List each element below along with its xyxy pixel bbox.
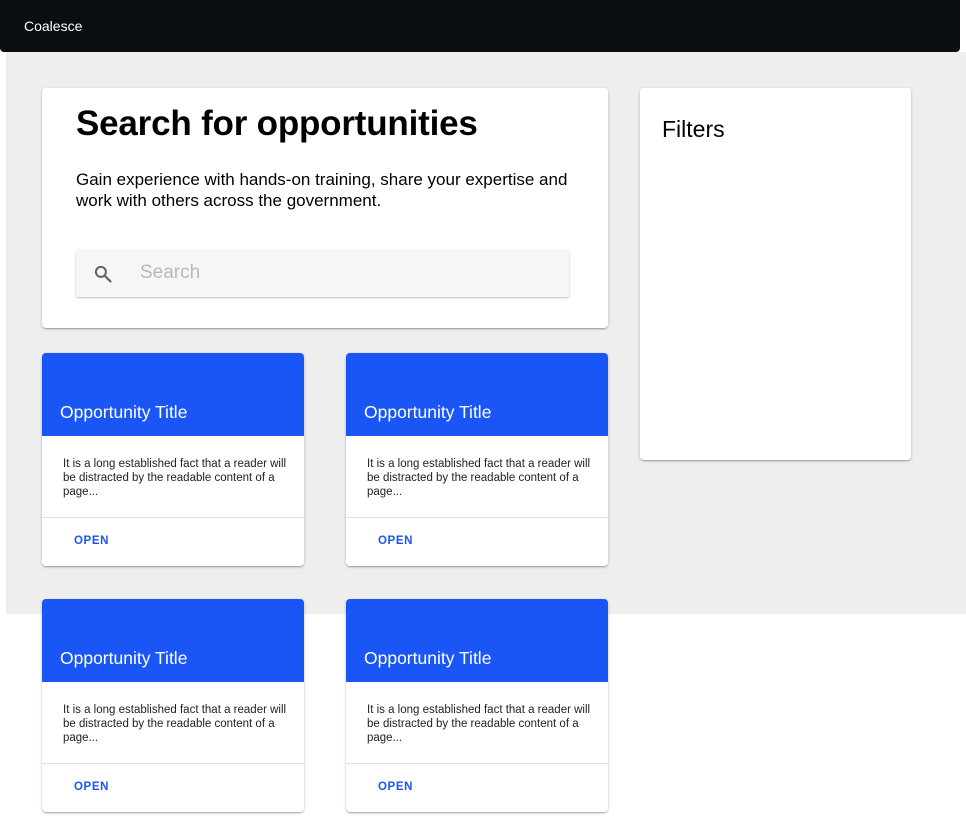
open-button[interactable]: OPEN xyxy=(64,529,119,553)
divider xyxy=(346,763,608,764)
opportunity-description: It is a long established fact that a rea… xyxy=(367,704,591,744)
opportunity-title: Opportunity Title xyxy=(60,402,188,422)
app-bar: Coalesce xyxy=(0,0,960,52)
opportunity-title: Opportunity Title xyxy=(60,648,188,668)
filters-panel: Filters xyxy=(640,88,911,460)
opportunity-card[interactable]: Opportunity Title It is a long establish… xyxy=(42,353,304,566)
filters-title: Filters xyxy=(662,116,725,142)
open-button[interactable]: OPEN xyxy=(368,775,423,799)
divider xyxy=(42,763,304,764)
search-input[interactable] xyxy=(140,260,550,286)
page-subtitle: Gain experience with hands-on training, … xyxy=(76,170,568,210)
search-bar[interactable] xyxy=(76,250,569,297)
opportunity-card-header: Opportunity Title xyxy=(42,599,304,682)
opportunity-description: It is a long established fact that a rea… xyxy=(367,458,591,498)
opportunity-card[interactable]: Opportunity Title It is a long establish… xyxy=(42,599,304,812)
opportunity-card[interactable]: Opportunity Title It is a long establish… xyxy=(346,353,608,566)
opportunity-card[interactable]: Opportunity Title It is a long establish… xyxy=(346,599,608,812)
opportunity-card-header: Opportunity Title xyxy=(346,599,608,682)
open-button[interactable]: OPEN xyxy=(64,775,119,799)
opportunity-description: It is a long established fact that a rea… xyxy=(63,458,287,498)
page-title: Search for opportunities xyxy=(76,104,478,143)
divider xyxy=(346,517,608,518)
opportunity-card-header: Opportunity Title xyxy=(346,353,608,436)
opportunity-card-header: Opportunity Title xyxy=(42,353,304,436)
opportunity-title: Opportunity Title xyxy=(364,648,492,668)
app-title[interactable]: Coalesce xyxy=(24,17,82,35)
opportunity-description: It is a long established fact that a rea… xyxy=(63,704,287,744)
search-icon[interactable] xyxy=(93,264,113,284)
open-button[interactable]: OPEN xyxy=(368,529,423,553)
divider xyxy=(42,517,304,518)
opportunity-title: Opportunity Title xyxy=(364,402,492,422)
